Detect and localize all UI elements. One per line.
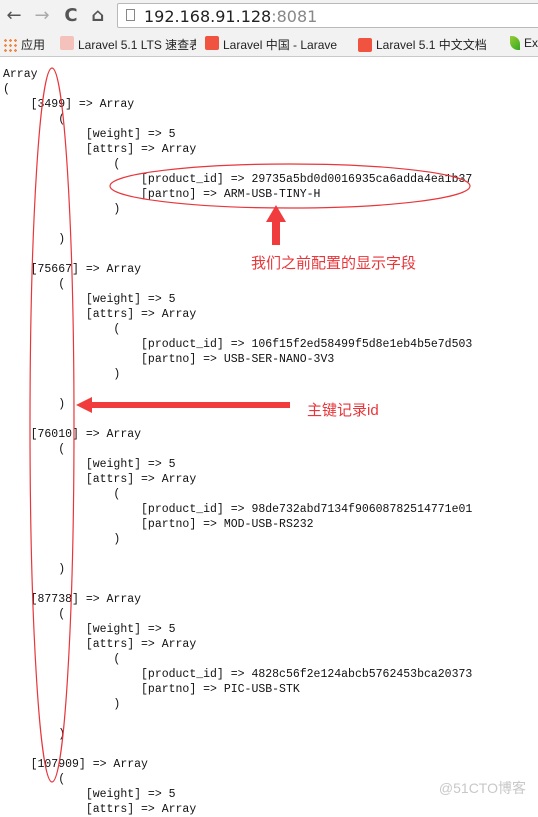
display-fields-annotation: 我们之前配置的显示字段 xyxy=(251,255,417,272)
bookmark-label: Laravel 5.1 LTS 速查表 xyxy=(78,38,196,52)
address-bar[interactable]: 192.168.91.128:8081 xyxy=(117,3,538,28)
url-text[interactable]: 192.168.91.128:8081 xyxy=(144,7,317,26)
url-host: 192.168.91.128 xyxy=(144,7,272,26)
reload-button[interactable]: C xyxy=(61,6,81,26)
bookmark-label: Laravel 中国 - Larave xyxy=(223,38,338,52)
leaf-icon xyxy=(510,36,520,50)
bookmark-label: Laravel 5.1 中文文档 xyxy=(376,38,487,52)
home-button[interactable]: ⌂ xyxy=(88,6,108,26)
print-r-output: Array ( [3499] => Array ( [weight] => 5 … xyxy=(3,68,473,816)
bookmark-laravel-china[interactable]: Laravel 中国 - Larave xyxy=(205,36,341,53)
url-port: :8081 xyxy=(271,7,318,26)
bookmarks-bar: 应用 Laravel 5.1 LTS 速查表 Laravel 中国 - Lara… xyxy=(0,32,538,57)
laravel-icon xyxy=(60,36,74,50)
laravel-icon xyxy=(205,36,219,50)
page-icon xyxy=(126,9,135,21)
laravel-icon xyxy=(358,38,372,52)
browser-toolbar: ← → C ⌂ 192.168.91.128:8081 xyxy=(0,0,538,32)
bookmark-ex[interactable]: Ex xyxy=(510,36,538,50)
page-content: Array ( [3499] => Array ( [weight] => 5 … xyxy=(0,57,538,816)
bookmark-label: 应用 xyxy=(21,38,46,52)
bookmark-laravel-lts[interactable]: Laravel 5.1 LTS 速查表 xyxy=(60,36,196,53)
back-button[interactable]: ← xyxy=(4,6,24,26)
bookmark-apps[interactable]: 应用 xyxy=(3,36,45,53)
primary-key-annotation: 主键记录id xyxy=(307,402,379,419)
apps-icon xyxy=(3,38,17,52)
bookmark-laravel-docs[interactable]: Laravel 5.1 中文文档 xyxy=(358,36,487,53)
bookmark-label: Ex xyxy=(524,36,538,50)
watermark: @51CTO博客 xyxy=(438,780,526,796)
forward-button[interactable]: → xyxy=(32,6,52,26)
